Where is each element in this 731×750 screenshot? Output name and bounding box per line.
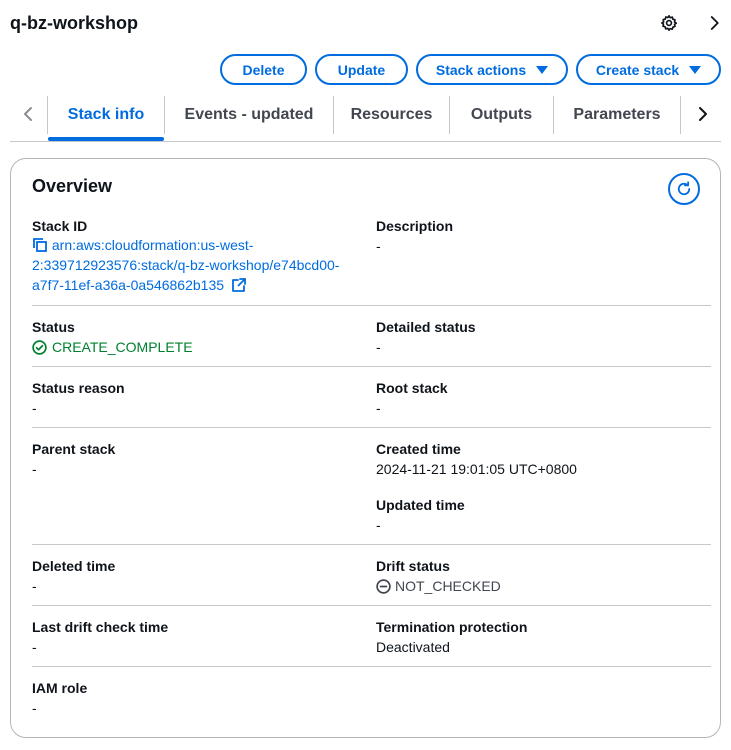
delete-button[interactable]: Delete	[220, 54, 307, 85]
chevron-right-icon[interactable]	[705, 14, 723, 32]
stack-actions-button[interactable]: Stack actions	[416, 54, 568, 85]
updated-time-value: -	[376, 517, 381, 533]
external-link-icon[interactable]	[231, 277, 247, 293]
drift-status-label: Drift status	[376, 558, 450, 574]
overview-title: Overview	[32, 176, 113, 196]
tab-events[interactable]: Events - updated	[165, 88, 333, 141]
created-time-label: Created time	[376, 441, 461, 457]
tab-stack-info[interactable]: Stack info	[48, 88, 164, 141]
drift-status-text: NOT_CHECKED	[395, 578, 501, 594]
status-reason-value: -	[32, 400, 37, 416]
deleted-time-value: -	[32, 578, 37, 594]
refresh-button[interactable]	[668, 173, 700, 205]
status-stopped-icon	[376, 578, 391, 594]
tab-parameters[interactable]: Parameters	[554, 88, 680, 141]
chevron-right-icon[interactable]	[693, 102, 713, 126]
parent-stack-value: -	[32, 461, 37, 477]
detailed-status-label: Detailed status	[376, 319, 476, 335]
parent-stack-label: Parent stack	[32, 441, 116, 457]
create-stack-button[interactable]: Create stack	[576, 54, 721, 85]
termination-protection-label: Termination protection	[376, 619, 528, 635]
detailed-status-value: -	[376, 339, 381, 355]
chevron-left-icon[interactable]	[18, 102, 38, 126]
updated-time-label: Updated time	[376, 497, 465, 513]
description-value: -	[376, 238, 381, 254]
tab-resources[interactable]: Resources	[334, 88, 449, 141]
termination-protection-value: Deactivated	[376, 639, 450, 655]
tab-divider	[680, 96, 681, 134]
description-label: Description	[376, 218, 454, 234]
drift-status-value: NOT_CHECKED	[376, 577, 501, 595]
caret-down-icon	[689, 66, 702, 74]
root-stack-value: -	[376, 400, 381, 416]
stack-id-link-part[interactable]: a7f7-11ef-a36a-0a546862b135	[32, 277, 224, 293]
last-drift-check-label: Last drift check time	[32, 619, 169, 635]
tab-bar: Stack info Events - updated Resources Ou…	[10, 88, 721, 142]
iam-role-label: IAM role	[32, 680, 88, 696]
stack-actions-label: Stack actions	[435, 61, 527, 78]
divider	[32, 427, 711, 428]
caret-down-icon	[536, 66, 549, 74]
divider	[32, 544, 711, 545]
create-stack-label: Create stack	[595, 61, 680, 78]
deleted-time-label: Deleted time	[32, 558, 116, 574]
status-label: Status	[32, 319, 75, 335]
divider	[32, 305, 711, 306]
copy-icon[interactable]	[32, 237, 48, 253]
root-stack-label: Root stack	[376, 380, 448, 396]
settings-gear-icon[interactable]	[660, 14, 678, 32]
divider	[32, 366, 711, 367]
tab-outputs[interactable]: Outputs	[450, 88, 553, 141]
stack-id-label: Stack ID	[32, 218, 88, 234]
divider	[32, 605, 711, 606]
divider	[32, 666, 711, 667]
stack-id-link[interactable]: arn:aws:cloudformation:us-west-	[52, 237, 254, 253]
refresh-icon	[677, 181, 691, 196]
overview-card: Overview Stack ID arn:aws:cloudformation…	[10, 158, 721, 738]
stack-id-value: arn:aws:cloudformation:us-west- 2:339712…	[32, 235, 362, 295]
status-text: CREATE_COMPLETE	[52, 339, 193, 355]
status-success-icon	[32, 339, 47, 355]
update-button-label: Update	[337, 61, 386, 78]
page-title: q-bz-workshop	[10, 13, 138, 33]
iam-role-value: -	[32, 700, 37, 716]
stack-id-link-part[interactable]: 2:339712923576:stack/q-bz-workshop/e74bc…	[32, 255, 362, 275]
update-button[interactable]: Update	[315, 54, 408, 85]
status-reason-label: Status reason	[32, 380, 125, 396]
last-drift-check-value: -	[32, 639, 37, 655]
created-time-value: 2024-11-21 19:01:05 UTC+0800	[376, 461, 577, 477]
delete-button-label: Delete	[242, 61, 285, 78]
stack-actions-bar: Delete Update Stack actions Create stack	[0, 54, 731, 85]
status-value: CREATE_COMPLETE	[32, 338, 193, 356]
page-header: q-bz-workshop	[10, 10, 721, 36]
